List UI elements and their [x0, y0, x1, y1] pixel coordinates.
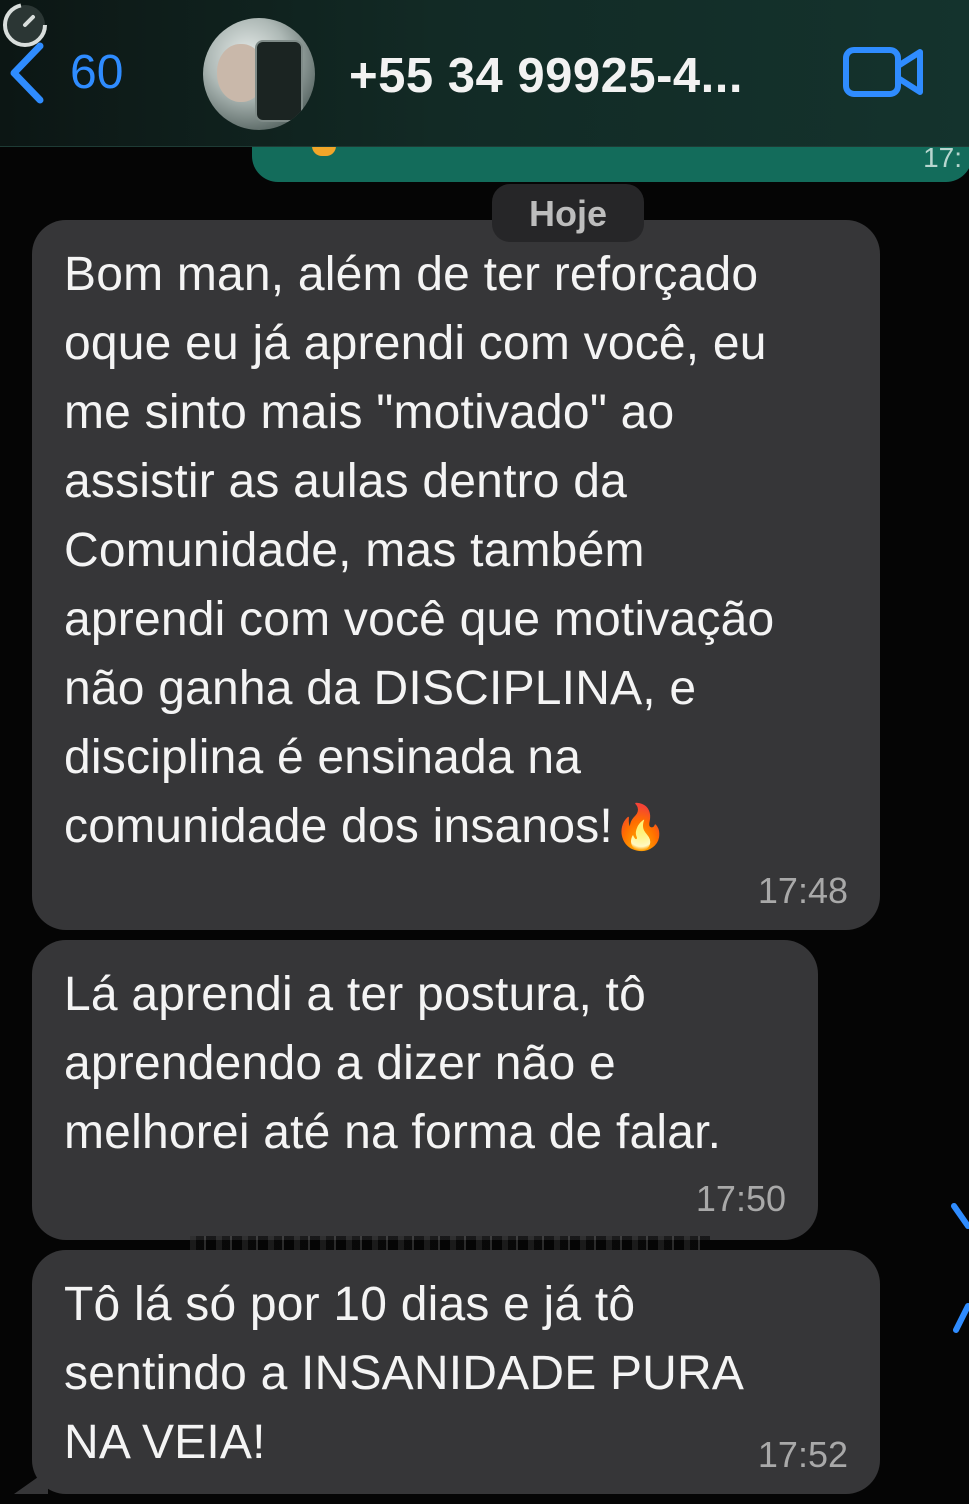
message-line: assistir as aulas dentro da	[64, 455, 628, 508]
message-text: Tô lá só por 10 dias e já tô sentindo a …	[64, 1270, 744, 1477]
back-button[interactable]: 60	[8, 42, 123, 104]
fire-emoji-fragment	[312, 146, 336, 156]
message-line: comunidade dos insanos!🔥	[64, 792, 774, 861]
message-bubble[interactable]: Tô lá só por 10 dias e já tô sentindo a …	[32, 1250, 880, 1494]
bubble-tail	[14, 1470, 48, 1494]
message-line: melhorei até na forma de falar.	[64, 1106, 722, 1159]
message-line: disciplina é ensinada na	[64, 731, 582, 784]
message-bubble[interactable]: Bom man, além de ter reforçado oque eu j…	[32, 220, 880, 930]
avatar[interactable]	[203, 18, 315, 130]
message-text: Lá aprendi a ter postura, tô aprendendo …	[64, 960, 721, 1167]
message-line: me sinto mais "motivado" ao	[64, 386, 675, 439]
message-line: oque eu já aprendi com você, eu	[64, 317, 767, 370]
message-line: não ganha da DISCIPLINA, e	[64, 662, 697, 715]
message-line: Lá aprendi a ter postura, tô	[64, 968, 646, 1021]
message-line-text: comunidade dos insanos!	[64, 800, 613, 853]
message-text: Bom man, além de ter reforçado oque eu j…	[64, 240, 774, 861]
chat-header: 60 +55 34 99925-4...	[0, 0, 969, 147]
message-timestamp: 17:50	[695, 1178, 786, 1219]
message-timestamp: 17:48	[757, 870, 848, 911]
date-separator: Hoje	[492, 184, 644, 242]
message-line: aprendi com você que motivação	[64, 593, 775, 646]
chevron-left-icon	[8, 42, 46, 104]
chevron-right-icon[interactable]	[946, 1196, 969, 1341]
message-line: sentindo a INSANIDADE PURA	[64, 1347, 745, 1400]
video-call-button[interactable]	[842, 44, 926, 105]
fire-emoji: 🔥	[612, 803, 668, 852]
contact-name[interactable]: +55 34 99925-4...	[349, 48, 743, 104]
message-line: Bom man, além de ter reforçado	[64, 248, 759, 301]
message-line: aprendendo a dizer não e	[64, 1037, 616, 1090]
message-bubble[interactable]: Lá aprendi a ter postura, tô aprendendo …	[32, 940, 818, 1240]
unread-count: 60	[70, 46, 124, 99]
message-line: Comunidade, mas também	[64, 524, 645, 577]
message-line: NA VEIA!	[64, 1416, 266, 1469]
message-timestamp: 17:52	[757, 1434, 848, 1475]
video-camera-icon	[842, 47, 926, 104]
avatar-phone	[255, 40, 303, 122]
message-line: Tô lá só por 10 dias e já tô	[64, 1278, 636, 1331]
